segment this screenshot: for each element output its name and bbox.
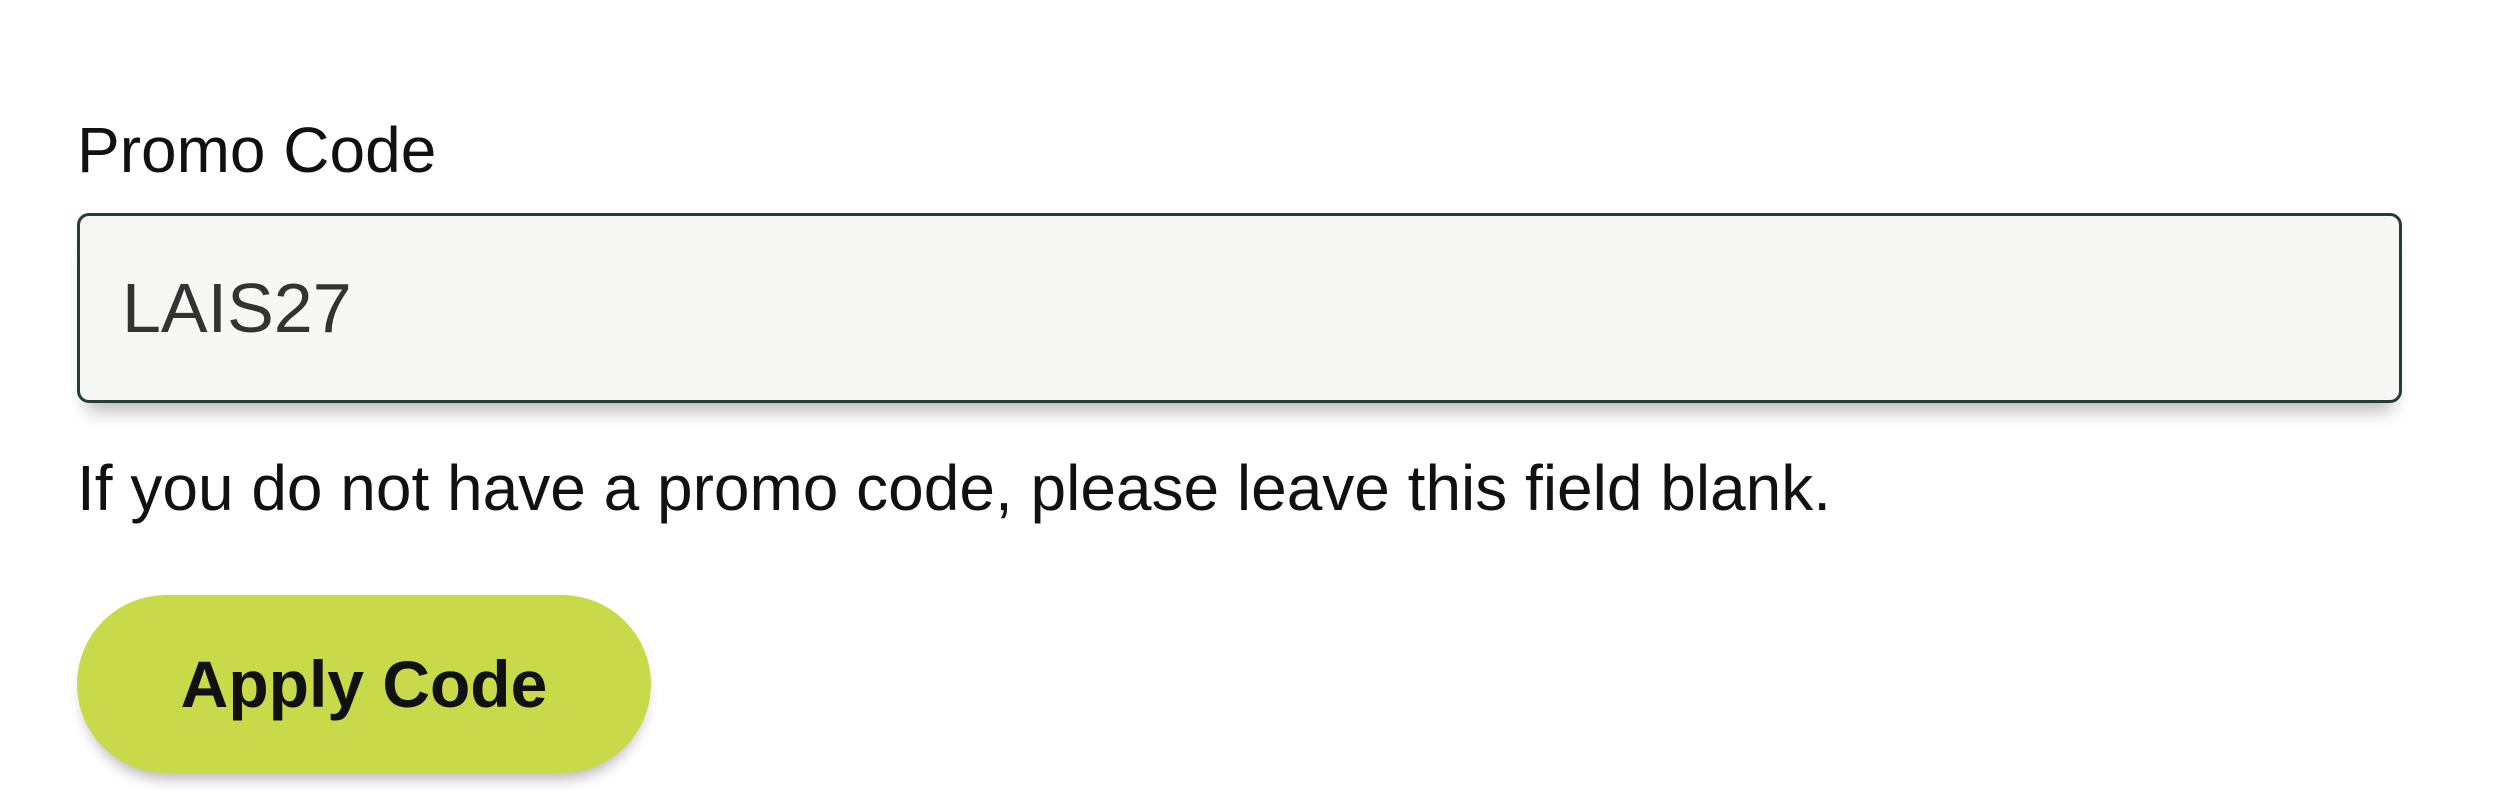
promo-code-form: Promo Code If you do not have a promo co…	[77, 0, 2407, 803]
promo-code-input[interactable]	[80, 216, 2399, 400]
apply-code-button[interactable]: Apply Code	[77, 595, 651, 773]
promo-code-field[interactable]	[77, 213, 2402, 403]
promo-code-label: Promo Code	[77, 114, 437, 186]
promo-code-help-text: If you do not have a promo code, please …	[77, 452, 1831, 524]
